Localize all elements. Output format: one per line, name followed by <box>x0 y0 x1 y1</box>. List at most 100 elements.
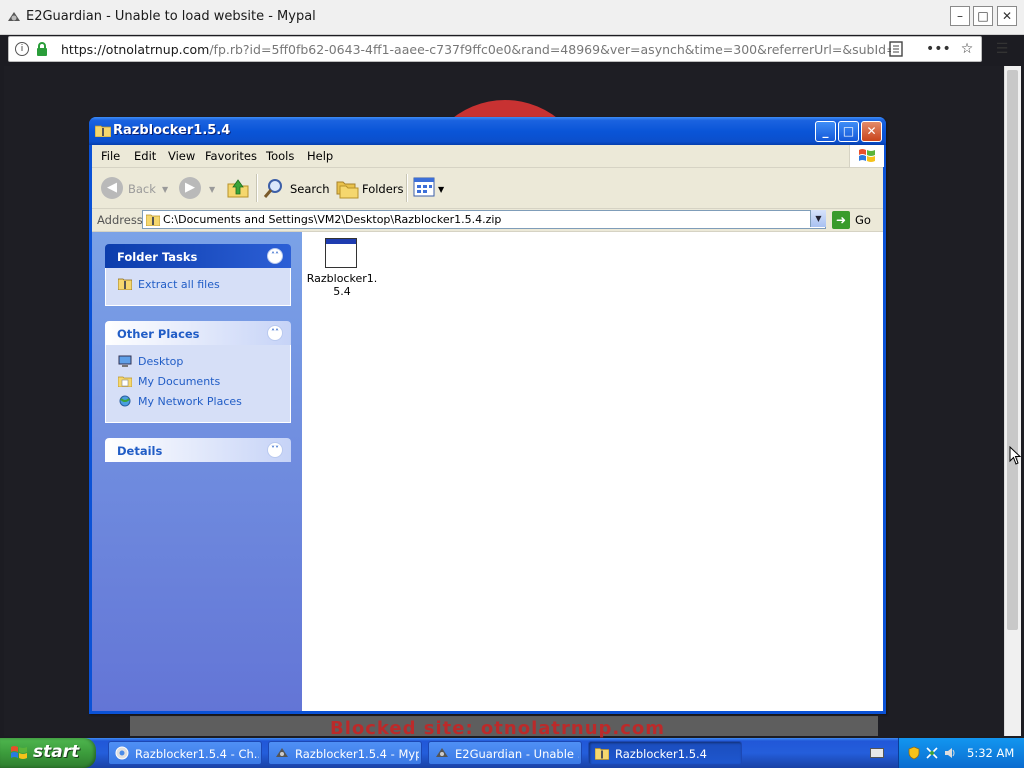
back-arrow-icon[interactable]: ◀ <box>101 177 123 199</box>
bookmark-star-icon[interactable]: ☆ <box>955 38 979 60</box>
folders-icon[interactable] <box>335 176 359 200</box>
taskbar-button-e2guardian[interactable]: E2Guardian - Unable ... <box>428 741 582 765</box>
up-folder-icon[interactable] <box>226 176 250 200</box>
network-icon[interactable] <box>925 746 939 760</box>
other-places-panel: Other Places ˄˄ Desktop My Documents My … <box>105 321 291 423</box>
start-label[interactable]: start <box>33 742 79 762</box>
taskbar: start Razblocker1.5.4 - Ch... Razblocker… <box>0 738 1024 768</box>
taskbar-button-mypal[interactable]: Razblocker1.5.4 - Mypal <box>268 741 422 765</box>
details-panel: Details ˅˅ <box>105 438 291 462</box>
explorer-title: Razblocker1.5.4 <box>113 123 231 138</box>
address-field[interactable]: C:\Documents and Settings\VM2\Desktop\Ra… <box>142 210 826 229</box>
file-item[interactable]: Razblocker1.5.4 <box>306 238 378 300</box>
forward-arrow-icon[interactable]: ▶ <box>179 177 201 199</box>
window-title-bar-graphic <box>326 239 356 244</box>
browser-minimize-button[interactable]: – <box>950 6 970 26</box>
details-header[interactable]: Details ˅˅ <box>105 438 291 462</box>
explorer-minimize-button[interactable]: _ <box>815 121 836 142</box>
lock-icon[interactable] <box>35 41 49 57</box>
info-icon[interactable]: i <box>15 42 29 56</box>
desktop-label[interactable]: Desktop <box>138 355 183 368</box>
url-path: /fp.rb?id=5ff0fb62-0643-4ff1-aaee-c737f9… <box>209 42 891 57</box>
go-arrow-icon[interactable]: ➜ <box>832 211 850 229</box>
menu-view[interactable]: View <box>168 149 195 163</box>
collapse-chevron-icon[interactable]: ˄˄ <box>267 325 283 341</box>
folder-tasks-header[interactable]: Folder Tasks ˄˄ <box>105 244 291 268</box>
other-places-body: Desktop My Documents My Network Places <box>105 345 291 423</box>
explorer-close-button[interactable]: ✕ <box>861 121 882 142</box>
explorer-window: Razblocker1.5.4 _ □ ✕ File Edit View Fav… <box>89 117 886 714</box>
application-window-icon[interactable] <box>325 238 357 268</box>
other-places-header[interactable]: Other Places ˄˄ <box>105 321 291 345</box>
expand-chevron-icon[interactable]: ˅˅ <box>267 442 283 458</box>
taskbar-button-label[interactable]: Razblocker1.5.4 <box>615 747 739 761</box>
network-places-icon <box>119 395 131 407</box>
forward-dropdown-icon[interactable]: ▼ <box>209 185 215 194</box>
menu-tools[interactable]: Tools <box>266 149 294 163</box>
zip-folder-icon <box>146 214 160 226</box>
more-actions-icon[interactable]: ••• <box>926 38 951 60</box>
taskbar-button-razblocker[interactable]: Razblocker1.5.4 <box>588 741 742 765</box>
go-button[interactable]: ➜ Go <box>832 211 880 229</box>
taskbar-button-label[interactable]: E2Guardian - Unable ... <box>455 747 579 761</box>
views-dropdown-icon[interactable]: ▼ <box>438 185 444 194</box>
my-documents-link[interactable]: My Documents <box>118 375 220 388</box>
explorer-titlebar[interactable]: Razblocker1.5.4 _ □ ✕ <box>89 117 886 145</box>
my-network-places-label[interactable]: My Network Places <box>138 395 242 408</box>
windows-flag-icon <box>859 149 875 162</box>
toolbar-separator <box>256 174 258 202</box>
standard-toolbar: ◀ Back ▼ ▶ ▼ Search Folders ▼ <box>92 168 883 209</box>
browser-maximize-button[interactable]: □ <box>973 6 993 26</box>
folders-button[interactable]: Folders <box>362 182 404 196</box>
keyboard-icon[interactable] <box>870 748 884 758</box>
task-pane: Folder Tasks ˄˄ Extract all files Other … <box>92 232 302 711</box>
start-button[interactable]: start <box>0 738 96 768</box>
page-scrollbar[interactable] <box>1004 66 1021 736</box>
search-button[interactable]: Search <box>290 182 330 196</box>
menu-icon[interactable]: ☰ <box>990 38 1014 60</box>
details-title: Details <box>117 444 163 458</box>
my-network-places-link[interactable]: My Network Places <box>118 395 242 408</box>
chrome-icon <box>115 746 129 760</box>
blocked-site-text: Blocked site: otnolatrnup.com <box>330 718 666 739</box>
back-dropdown-icon[interactable]: ▼ <box>162 185 168 194</box>
url-text[interactable]: https://otnolatrnup.com/fp.rb?id=5ff0fb6… <box>61 42 891 57</box>
address-dropdown-icon[interactable]: ▼ <box>810 210 826 227</box>
desktop-icon <box>118 355 132 367</box>
folder-tasks-panel: Folder Tasks ˄˄ Extract all files <box>105 244 291 306</box>
file-list-area[interactable]: Razblocker1.5.4 <box>302 232 883 711</box>
back-button[interactable]: Back <box>128 182 156 196</box>
windows-logo <box>849 145 884 167</box>
explorer-maximize-button[interactable]: □ <box>838 121 859 142</box>
collapse-chevron-icon[interactable]: ˄˄ <box>267 248 283 264</box>
toolbar-separator <box>406 174 408 202</box>
menu-help[interactable]: Help <box>307 149 333 163</box>
menu-favorites[interactable]: Favorites <box>205 149 257 163</box>
mouse-cursor-icon <box>1009 446 1021 465</box>
address-text[interactable]: C:\Documents and Settings\VM2\Desktop\Ra… <box>163 213 501 226</box>
menu-bar: File Edit View Favorites Tools Help <box>92 145 884 168</box>
volume-icon[interactable] <box>943 746 957 760</box>
url-bar[interactable]: i https://otnolatrnup.com/fp.rb?id=5ff0f… <box>8 36 982 62</box>
search-icon[interactable] <box>262 176 286 200</box>
reader-view-icon[interactable] <box>889 41 903 57</box>
file-name[interactable]: Razblocker1.5.4 <box>306 272 378 298</box>
menu-edit[interactable]: Edit <box>134 149 156 163</box>
browser-close-button[interactable]: ✕ <box>997 6 1017 26</box>
taskbar-button-chrome[interactable]: Razblocker1.5.4 - Ch... <box>108 741 262 765</box>
folder-tasks-title: Folder Tasks <box>117 250 198 264</box>
desktop-link[interactable]: Desktop <box>118 355 183 368</box>
extract-all-files-label[interactable]: Extract all files <box>138 278 220 291</box>
security-shield-icon[interactable] <box>907 746 921 760</box>
extract-all-files-link[interactable]: Extract all files <box>118 278 220 291</box>
scrollbar-thumb[interactable] <box>1007 70 1018 630</box>
taskbar-button-label[interactable]: Razblocker1.5.4 - Mypal <box>295 747 419 761</box>
clock[interactable]: 5:32 AM <box>967 746 1014 760</box>
taskbar-button-label[interactable]: Razblocker1.5.4 - Ch... <box>135 747 259 761</box>
my-documents-label[interactable]: My Documents <box>138 375 220 388</box>
zip-folder-icon <box>95 125 111 137</box>
views-icon[interactable] <box>413 177 435 197</box>
menu-file[interactable]: File <box>101 149 120 163</box>
folder-tasks-body: Extract all files <box>105 268 291 306</box>
go-label[interactable]: Go <box>855 213 871 227</box>
